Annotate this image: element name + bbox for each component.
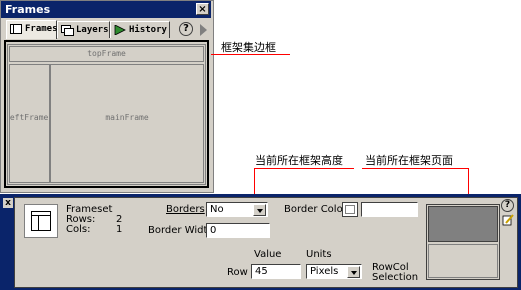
chevron-down-icon[interactable] bbox=[253, 204, 266, 216]
cols-label: Cols: bbox=[66, 224, 91, 235]
tab-history-label: History bbox=[129, 25, 167, 35]
borders-select[interactable]: No bbox=[206, 202, 268, 217]
selection-label: Selection bbox=[372, 272, 419, 283]
left-frame[interactable]: leftFrame bbox=[9, 64, 50, 183]
tab-frames[interactable]: Frames bbox=[6, 20, 58, 39]
frames-panel-title: Frames bbox=[5, 3, 51, 16]
layers-tab-icon bbox=[61, 25, 74, 36]
help-icon[interactable]: ? bbox=[501, 199, 514, 212]
value-label: Value bbox=[254, 249, 282, 260]
close-icon[interactable]: × bbox=[196, 3, 209, 15]
tab-layers-label: Layers bbox=[76, 25, 109, 35]
border-width-label: Border Width bbox=[148, 225, 214, 236]
border-color-input[interactable] bbox=[361, 202, 418, 217]
color-swatch-button[interactable] bbox=[342, 202, 358, 217]
units-label: Units bbox=[306, 249, 332, 260]
main-frame[interactable]: mainFrame bbox=[50, 64, 204, 183]
tab-layers[interactable]: Layers bbox=[57, 21, 110, 38]
top-frame[interactable]: topFrame bbox=[9, 46, 204, 62]
chevron-down-icon[interactable] bbox=[347, 266, 360, 278]
borders-select-value: No bbox=[210, 204, 224, 215]
border-color-label: Border Color bbox=[284, 204, 347, 215]
rowcol-row-selected[interactable] bbox=[428, 206, 498, 242]
history-tab-icon bbox=[114, 24, 126, 36]
callout-line bbox=[254, 168, 354, 169]
callout-frameset-border: 框架集边框 bbox=[221, 41, 276, 54]
units-select-value: Pixels bbox=[310, 266, 339, 277]
color-swatch-icon bbox=[345, 205, 355, 214]
cols-value: 1 bbox=[116, 224, 123, 235]
callout-line bbox=[362, 168, 469, 169]
units-select[interactable]: Pixels bbox=[306, 264, 362, 279]
borders-label: Borders bbox=[166, 204, 205, 215]
frames-panel-titlebar[interactable]: Frames × bbox=[1, 1, 211, 18]
callout-line bbox=[211, 54, 290, 55]
tab-frames-label: Frames bbox=[25, 24, 58, 34]
help-icon[interactable]: ? bbox=[179, 22, 193, 36]
border-width-input[interactable]: 0 bbox=[206, 223, 270, 238]
rowcol-row-2[interactable] bbox=[428, 244, 498, 278]
expand-arrow-icon[interactable] bbox=[200, 24, 207, 36]
callout-frame-height: 当前所在框架高度 bbox=[255, 154, 343, 167]
edit-icon[interactable] bbox=[502, 214, 514, 226]
callout-frame-page: 当前所在框架页面 bbox=[365, 154, 453, 167]
close-icon[interactable]: x bbox=[3, 198, 13, 208]
row-value-input[interactable]: 45 bbox=[251, 264, 301, 279]
tab-history[interactable]: History bbox=[110, 21, 170, 38]
row-label: Row bbox=[227, 267, 248, 278]
frames-tab-icon bbox=[10, 24, 22, 34]
frameset-icon bbox=[24, 204, 58, 238]
